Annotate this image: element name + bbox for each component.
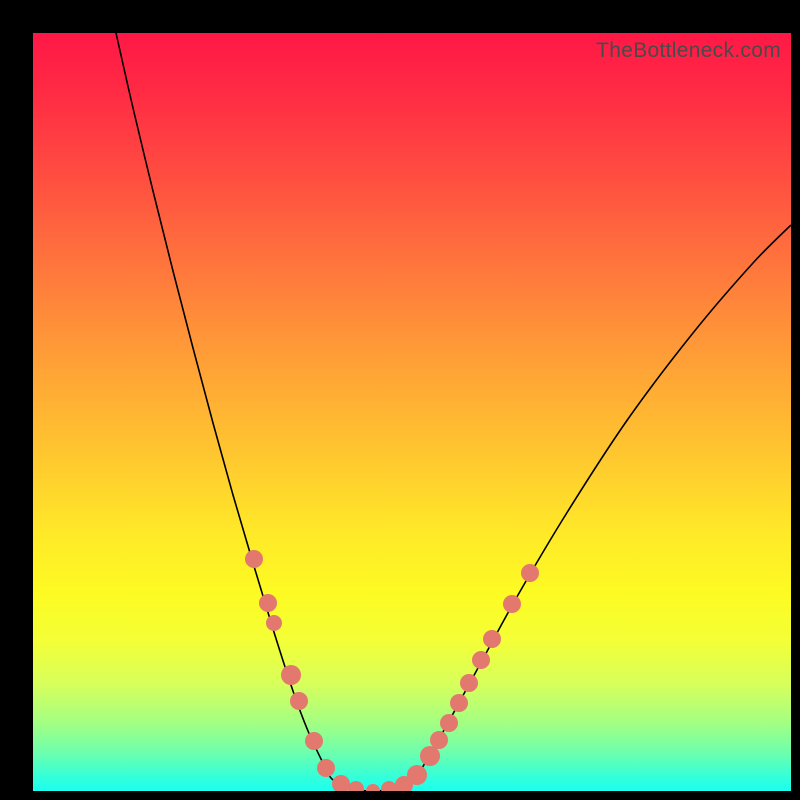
data-bead <box>503 595 521 613</box>
data-bead <box>407 765 427 785</box>
data-bead <box>521 564 539 582</box>
curve-svg <box>33 33 791 791</box>
data-bead <box>281 665 301 685</box>
data-bead <box>381 781 397 791</box>
data-bead <box>420 746 440 766</box>
data-bead <box>317 759 335 777</box>
chart-frame: TheBottleneck.com <box>0 0 800 800</box>
data-bead <box>430 731 448 749</box>
data-bead <box>348 781 364 791</box>
data-bead <box>450 694 468 712</box>
data-bead <box>440 714 458 732</box>
data-bead <box>245 550 263 568</box>
data-bead <box>472 651 490 669</box>
plot-area: TheBottleneck.com <box>33 33 791 791</box>
data-bead <box>366 784 380 791</box>
data-bead <box>290 692 308 710</box>
data-bead <box>259 594 277 612</box>
data-bead <box>266 615 282 631</box>
data-bead <box>483 630 501 648</box>
bead-group <box>245 550 539 791</box>
bottleneck-curve <box>116 33 791 791</box>
data-bead <box>332 775 350 791</box>
data-bead <box>305 732 323 750</box>
data-bead <box>460 674 478 692</box>
